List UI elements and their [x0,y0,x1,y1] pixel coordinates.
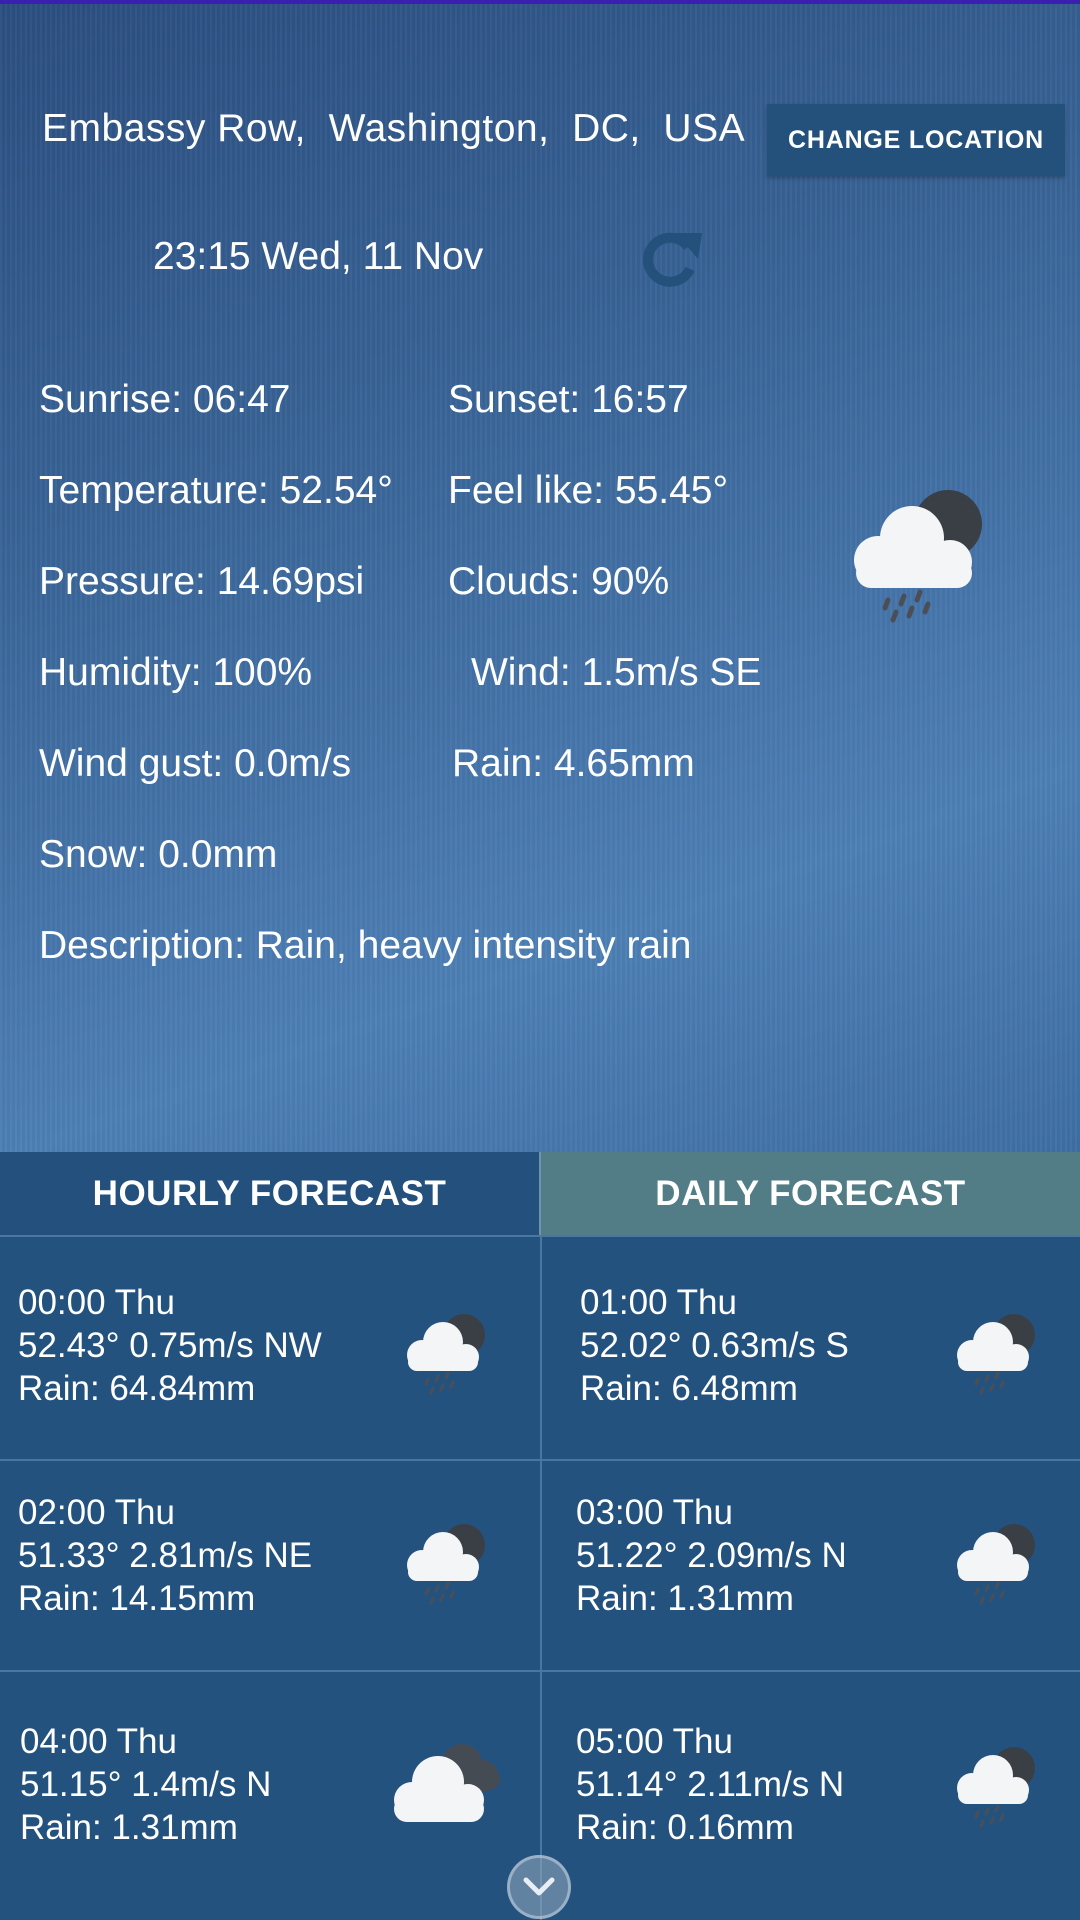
tab-daily-forecast[interactable]: DAILY FORECAST [539,1152,1080,1235]
forecast-time: 00:00 Thu [18,1283,175,1322]
clouds-text: Clouds: 90% [448,560,670,603]
wind-text: Wind: 1.5m/s SE [471,651,762,694]
forecast-temp-wind: 52.02° 0.63m/s S [580,1326,849,1365]
forecast-time: 05:00 Thu [576,1722,733,1761]
location-label: Embassy Row, Washington, DC, USA [42,107,746,150]
forecast-rain: Rain: 6.48mm [580,1369,798,1408]
sunset-text: Sunset: 16:57 [448,378,689,421]
forecast-temp-wind: 51.14° 2.11m/s N [576,1765,845,1804]
rain-cloud-night-icon [854,490,982,623]
change-location-button[interactable]: CHANGE LOCATION [767,104,1065,176]
forecast-rain: Rain: 14.15mm [18,1579,256,1618]
snow-text: Snow: 0.0mm [39,833,278,876]
forecast-temp-wind: 51.33° 2.81m/s NE [18,1536,313,1575]
forecast-rain: Rain: 1.31mm [20,1808,238,1847]
forecast-cell[interactable]: 01:00 Thu 52.02° 0.63m/s S Rain: 6.48mm [542,1237,1080,1459]
temperature-text: Temperature: 52.54° [39,469,393,512]
current-datetime: 23:15 Wed, 11 Nov [153,235,484,278]
forecast-cell[interactable]: 04:00 Thu 51.15° 1.4m/s N Rain: 1.31mm [0,1672,538,1920]
forecast-cell[interactable]: 03:00 Thu 51.22° 2.09m/s N Rain: 1.31mm [542,1461,1080,1670]
rain-cloud-icon [957,1314,1035,1395]
rain-text: Rain: 4.65mm [452,742,695,785]
cloudy-icon [394,1744,500,1822]
forecast-rain: Rain: 1.31mm [576,1579,794,1618]
rain-cloud-icon [407,1314,485,1395]
rain-cloud-icon [957,1524,1035,1605]
forecast-cell[interactable]: 02:00 Thu 51.33° 2.81m/s NE Rain: 14.15m… [0,1461,538,1670]
forecast-time: 03:00 Thu [576,1493,733,1532]
scroll-down-button[interactable] [507,1855,571,1919]
forecast-rain: Rain: 64.84mm [18,1369,256,1408]
rain-cloud-icon [407,1524,485,1605]
forecast-time: 02:00 Thu [18,1493,175,1532]
forecast-temp-wind: 52.43° 0.75m/s NW [18,1326,322,1365]
pressure-text: Pressure: 14.69psi [39,560,365,603]
forecast-time: 01:00 Thu [580,1283,737,1322]
rain-cloud-icon [957,1747,1035,1828]
forecast-cell[interactable]: 05:00 Thu 51.14° 2.11m/s N Rain: 0.16mm [542,1672,1080,1920]
description-text: Description: Rain, heavy intensity rain [39,924,692,967]
feel-like-text: Feel like: 55.45° [448,469,729,512]
forecast-temp-wind: 51.15° 1.4m/s N [20,1765,272,1804]
humidity-text: Humidity: 100% [39,651,313,694]
tab-hourly-forecast[interactable]: HOURLY FORECAST [0,1152,539,1235]
forecast-rain: Rain: 0.16mm [576,1808,794,1847]
refresh-icon[interactable] [636,227,706,289]
chevron-down-icon [523,1877,555,1896]
wind-gust-text: Wind gust: 0.0m/s [39,742,352,785]
forecast-temp-wind: 51.22° 2.09m/s N [576,1536,847,1575]
sunrise-text: Sunrise: 06:47 [39,378,291,421]
forecast-tabs: HOURLY FORECAST DAILY FORECAST [0,1152,1080,1235]
forecast-time: 04:00 Thu [20,1722,177,1761]
forecast-cell[interactable]: 00:00 Thu 52.43° 0.75m/s NW Rain: 64.84m… [0,1237,538,1459]
current-weather-panel: Embassy Row, Washington, DC, USA CHANGE … [0,4,1080,1152]
forecast-grid: 00:00 Thu 52.43° 0.75m/s NW Rain: 64.84m… [0,1235,1080,1920]
